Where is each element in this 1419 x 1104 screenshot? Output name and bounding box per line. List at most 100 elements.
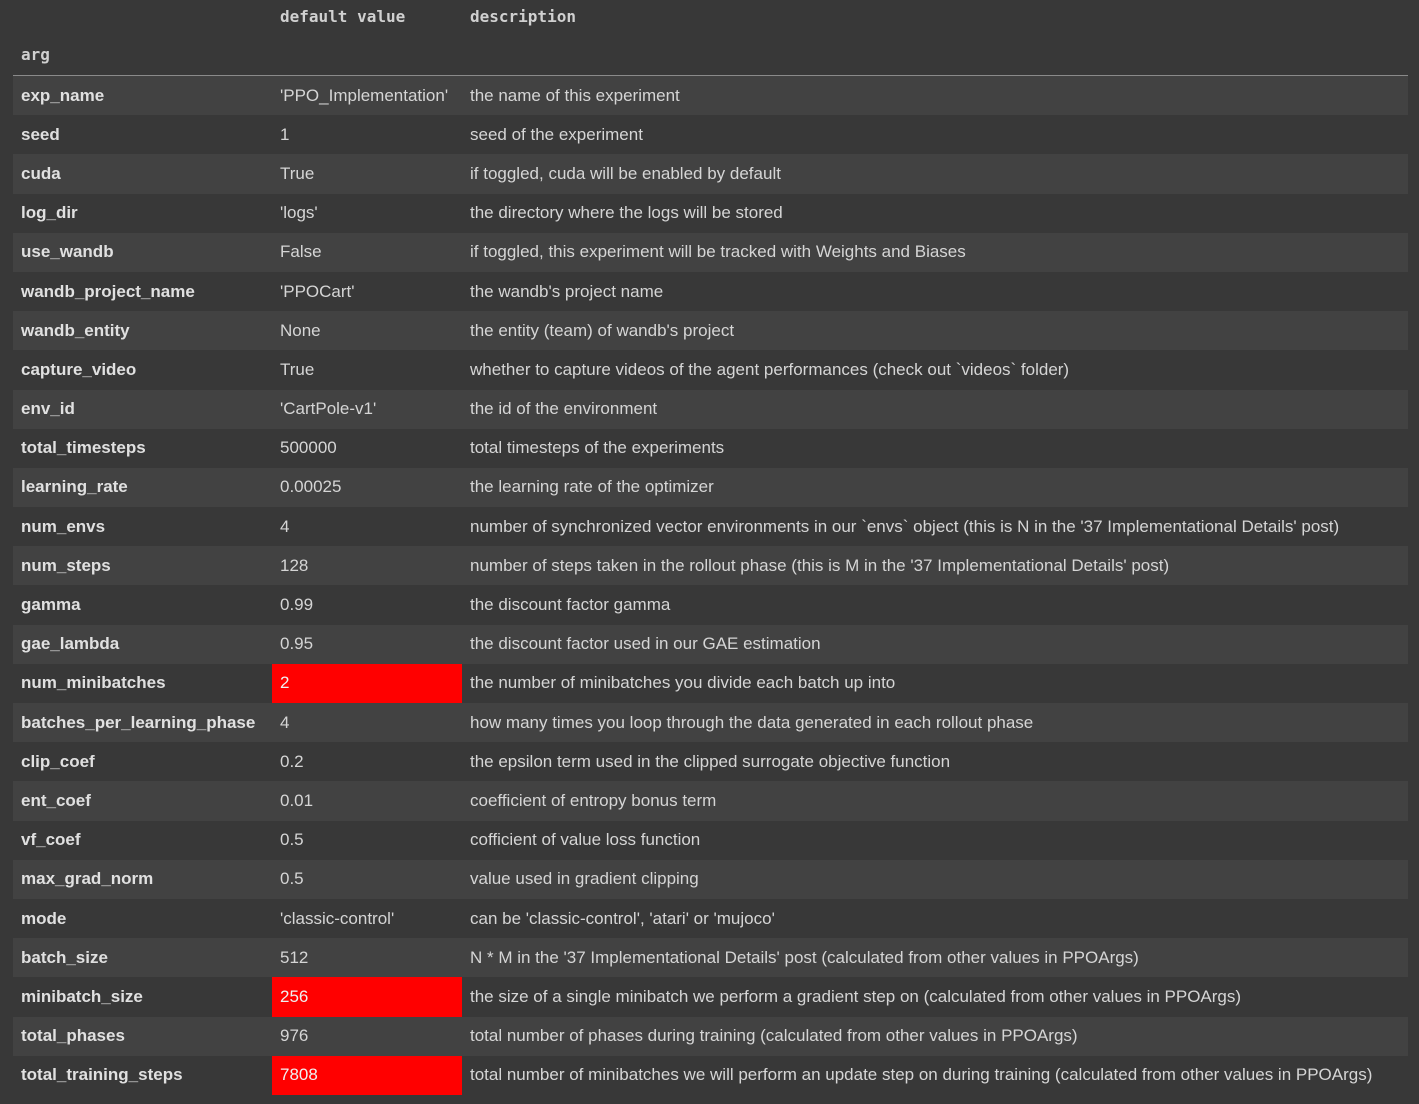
- arg-name-cell: log_dir: [21, 203, 78, 223]
- description-cell: can be 'classic-control', 'atari' or 'mu…: [470, 908, 775, 928]
- arg-name-cell: total_phases: [21, 1026, 125, 1046]
- table-row: env_id 'CartPole-v1' the id of the environ…: [13, 389, 1408, 429]
- default-value-cell: 0.2: [280, 751, 304, 771]
- table-body: exp_name 'PPO_Implementation' the name of …: [13, 75, 1408, 1095]
- description-cell: the discount factor gamma: [470, 595, 671, 615]
- default-value-cell-highlighted: 7808: [272, 1055, 462, 1095]
- table-row: vf_coef 0.5 cofficient of value loss funct…: [13, 820, 1408, 860]
- arg-name-cell: vf_coef: [21, 830, 81, 850]
- blank-header-cell: [13, 0, 272, 33]
- default-value-cell-highlighted: 256: [272, 977, 462, 1017]
- default-value-cell: False: [280, 242, 322, 262]
- arg-name-cell: cuda: [21, 163, 61, 183]
- arg-name-cell: num_steps: [21, 555, 111, 575]
- table-row: num_steps 128 number of steps taken in the…: [13, 546, 1408, 586]
- table-row: cuda True if toggled, cuda will be enabled…: [13, 154, 1408, 194]
- arg-name-cell: num_minibatches: [21, 673, 166, 693]
- column-header-description: description: [470, 7, 576, 26]
- table-row: ent_coef 0.01 coefficient of entropy bonus…: [13, 781, 1408, 821]
- description-cell: the learning rate of the optimizer: [470, 477, 714, 497]
- description-cell: cofficient of value loss function: [470, 830, 701, 850]
- blank-header-cell: [272, 33, 462, 76]
- table-row: gamma 0.99 the discount factor gamma: [13, 585, 1408, 625]
- table-row: batches_per_learning_phase 4 how many time…: [13, 703, 1408, 743]
- blank-header-cell: [462, 33, 1408, 76]
- arg-name-cell: clip_coef: [21, 751, 95, 771]
- description-cell: the epsilon term used in the clipped sur…: [470, 751, 951, 771]
- arg-name-cell: capture_video: [21, 359, 137, 379]
- description-cell: if toggled, cuda will be enabled by defa…: [470, 163, 781, 183]
- column-header-default-value: default value: [280, 7, 406, 26]
- default-value-cell: 'classic-control': [280, 908, 395, 928]
- default-value-cell: 976: [280, 1026, 309, 1046]
- default-value-cell: 128: [280, 555, 309, 575]
- arg-name-cell: wandb_entity: [21, 320, 130, 340]
- default-value-cell: 500000: [280, 438, 337, 458]
- default-value-cell: 4: [280, 712, 290, 732]
- default-value-cell: 0.99: [280, 595, 314, 615]
- arg-name-cell: env_id: [21, 399, 75, 419]
- table-row: learning_rate 0.00025 the learning rate of…: [13, 467, 1408, 508]
- arg-name-cell: gamma: [21, 595, 81, 615]
- default-value-cell: 'CartPole-v1': [280, 399, 377, 419]
- description-cell: the directory where the logs will be sto…: [470, 203, 783, 223]
- description-cell: whether to capture videos of the agent p…: [470, 359, 1070, 379]
- description-cell: the size of a single minibatch we perfor…: [470, 986, 1242, 1006]
- arg-name-cell: use_wandb: [21, 242, 114, 262]
- table-row: use_wandb False if toggled, this experimen…: [13, 232, 1408, 272]
- default-value-cell: True: [280, 359, 315, 379]
- index-header-arg: arg: [13, 33, 272, 76]
- table-row: log_dir 'logs' the directory where the log…: [13, 193, 1408, 233]
- default-value-cell: 1: [280, 124, 290, 144]
- arg-name-cell: mode: [21, 908, 67, 928]
- table-row: exp_name 'PPO_Implementation' the name of …: [13, 75, 1408, 116]
- table-row: clip_coef 0.2 the epsilon term used in the…: [13, 742, 1408, 782]
- arg-name-cell: batch_size: [21, 947, 108, 967]
- arg-name-cell: num_envs: [21, 516, 106, 536]
- table-row: wandb_entity None the entity (team) of wan…: [13, 311, 1408, 351]
- description-cell: number of synchronized vector environmen…: [470, 516, 1340, 536]
- arg-name-cell: max_grad_norm: [21, 869, 154, 889]
- arg-name-cell: wandb_project_name: [21, 281, 195, 301]
- default-value-cell: 'PPO_Implementation': [280, 85, 449, 105]
- description-cell: total number of phases during training (…: [470, 1026, 1078, 1046]
- table-row: num_envs 4 number of synchronized vector e…: [13, 507, 1408, 547]
- description-cell: the discount factor used in our GAE esti…: [470, 634, 821, 654]
- default-value-cell: 512: [280, 947, 309, 967]
- table-row: total_timesteps 500000 total timesteps of …: [13, 428, 1408, 468]
- table-row: capture_video True whether to capture vide…: [13, 350, 1408, 390]
- column-header-row: default value description: [13, 0, 1408, 33]
- description-cell: N * M in the '37 Implementational Detail…: [470, 947, 1139, 967]
- description-cell: the entity (team) of wandb's project: [470, 320, 735, 340]
- default-value-cell: 0.5: [280, 869, 304, 889]
- table-row: gae_lambda 0.95 the discount factor used i…: [13, 624, 1408, 664]
- table-row: max_grad_norm 0.5 value used in gradient c…: [13, 859, 1408, 899]
- table-row: num_minibatches 2 the number of minibatche…: [13, 663, 1408, 703]
- default-value-cell: 0.5: [280, 830, 304, 850]
- arg-name-cell: ent_coef: [21, 790, 91, 810]
- arg-name-cell: learning_rate: [21, 477, 128, 497]
- description-cell: total number of minibatches we will perf…: [470, 1065, 1373, 1085]
- description-cell: how many times you loop through the data…: [470, 712, 1034, 732]
- table-row: seed 1 seed of the experiment: [13, 115, 1408, 155]
- description-cell: if toggled, this experiment will be trac…: [470, 242, 966, 262]
- arg-name-cell: seed: [21, 124, 60, 144]
- arg-name-cell: minibatch_size: [21, 986, 143, 1006]
- table-row: total_phases 976 total number of phases du…: [13, 1016, 1408, 1056]
- description-cell: the number of minibatches you divide eac…: [470, 673, 896, 693]
- arg-name-cell: gae_lambda: [21, 634, 120, 654]
- description-cell: total timesteps of the experiments: [470, 438, 725, 458]
- ppo-args-table: default value description arg exp_name 'P…: [13, 0, 1408, 1095]
- arg-name-cell: batches_per_learning_phase: [21, 712, 256, 732]
- default-value-cell: True: [280, 163, 315, 183]
- description-cell: value used in gradient clipping: [470, 869, 699, 889]
- default-value-cell: 4: [280, 516, 290, 536]
- description-cell: the id of the environment: [470, 399, 658, 419]
- table-row: mode 'classic-control' can be 'classic-con…: [13, 898, 1408, 939]
- arg-name-cell: total_timesteps: [21, 438, 146, 458]
- table-header: default value description arg: [13, 0, 1408, 76]
- default-value-cell: 'PPOCart': [280, 281, 355, 301]
- default-value-cell: None: [280, 320, 321, 340]
- description-cell: number of steps taken in the rollout pha…: [470, 555, 1170, 575]
- description-cell: the wandb's project name: [470, 281, 664, 301]
